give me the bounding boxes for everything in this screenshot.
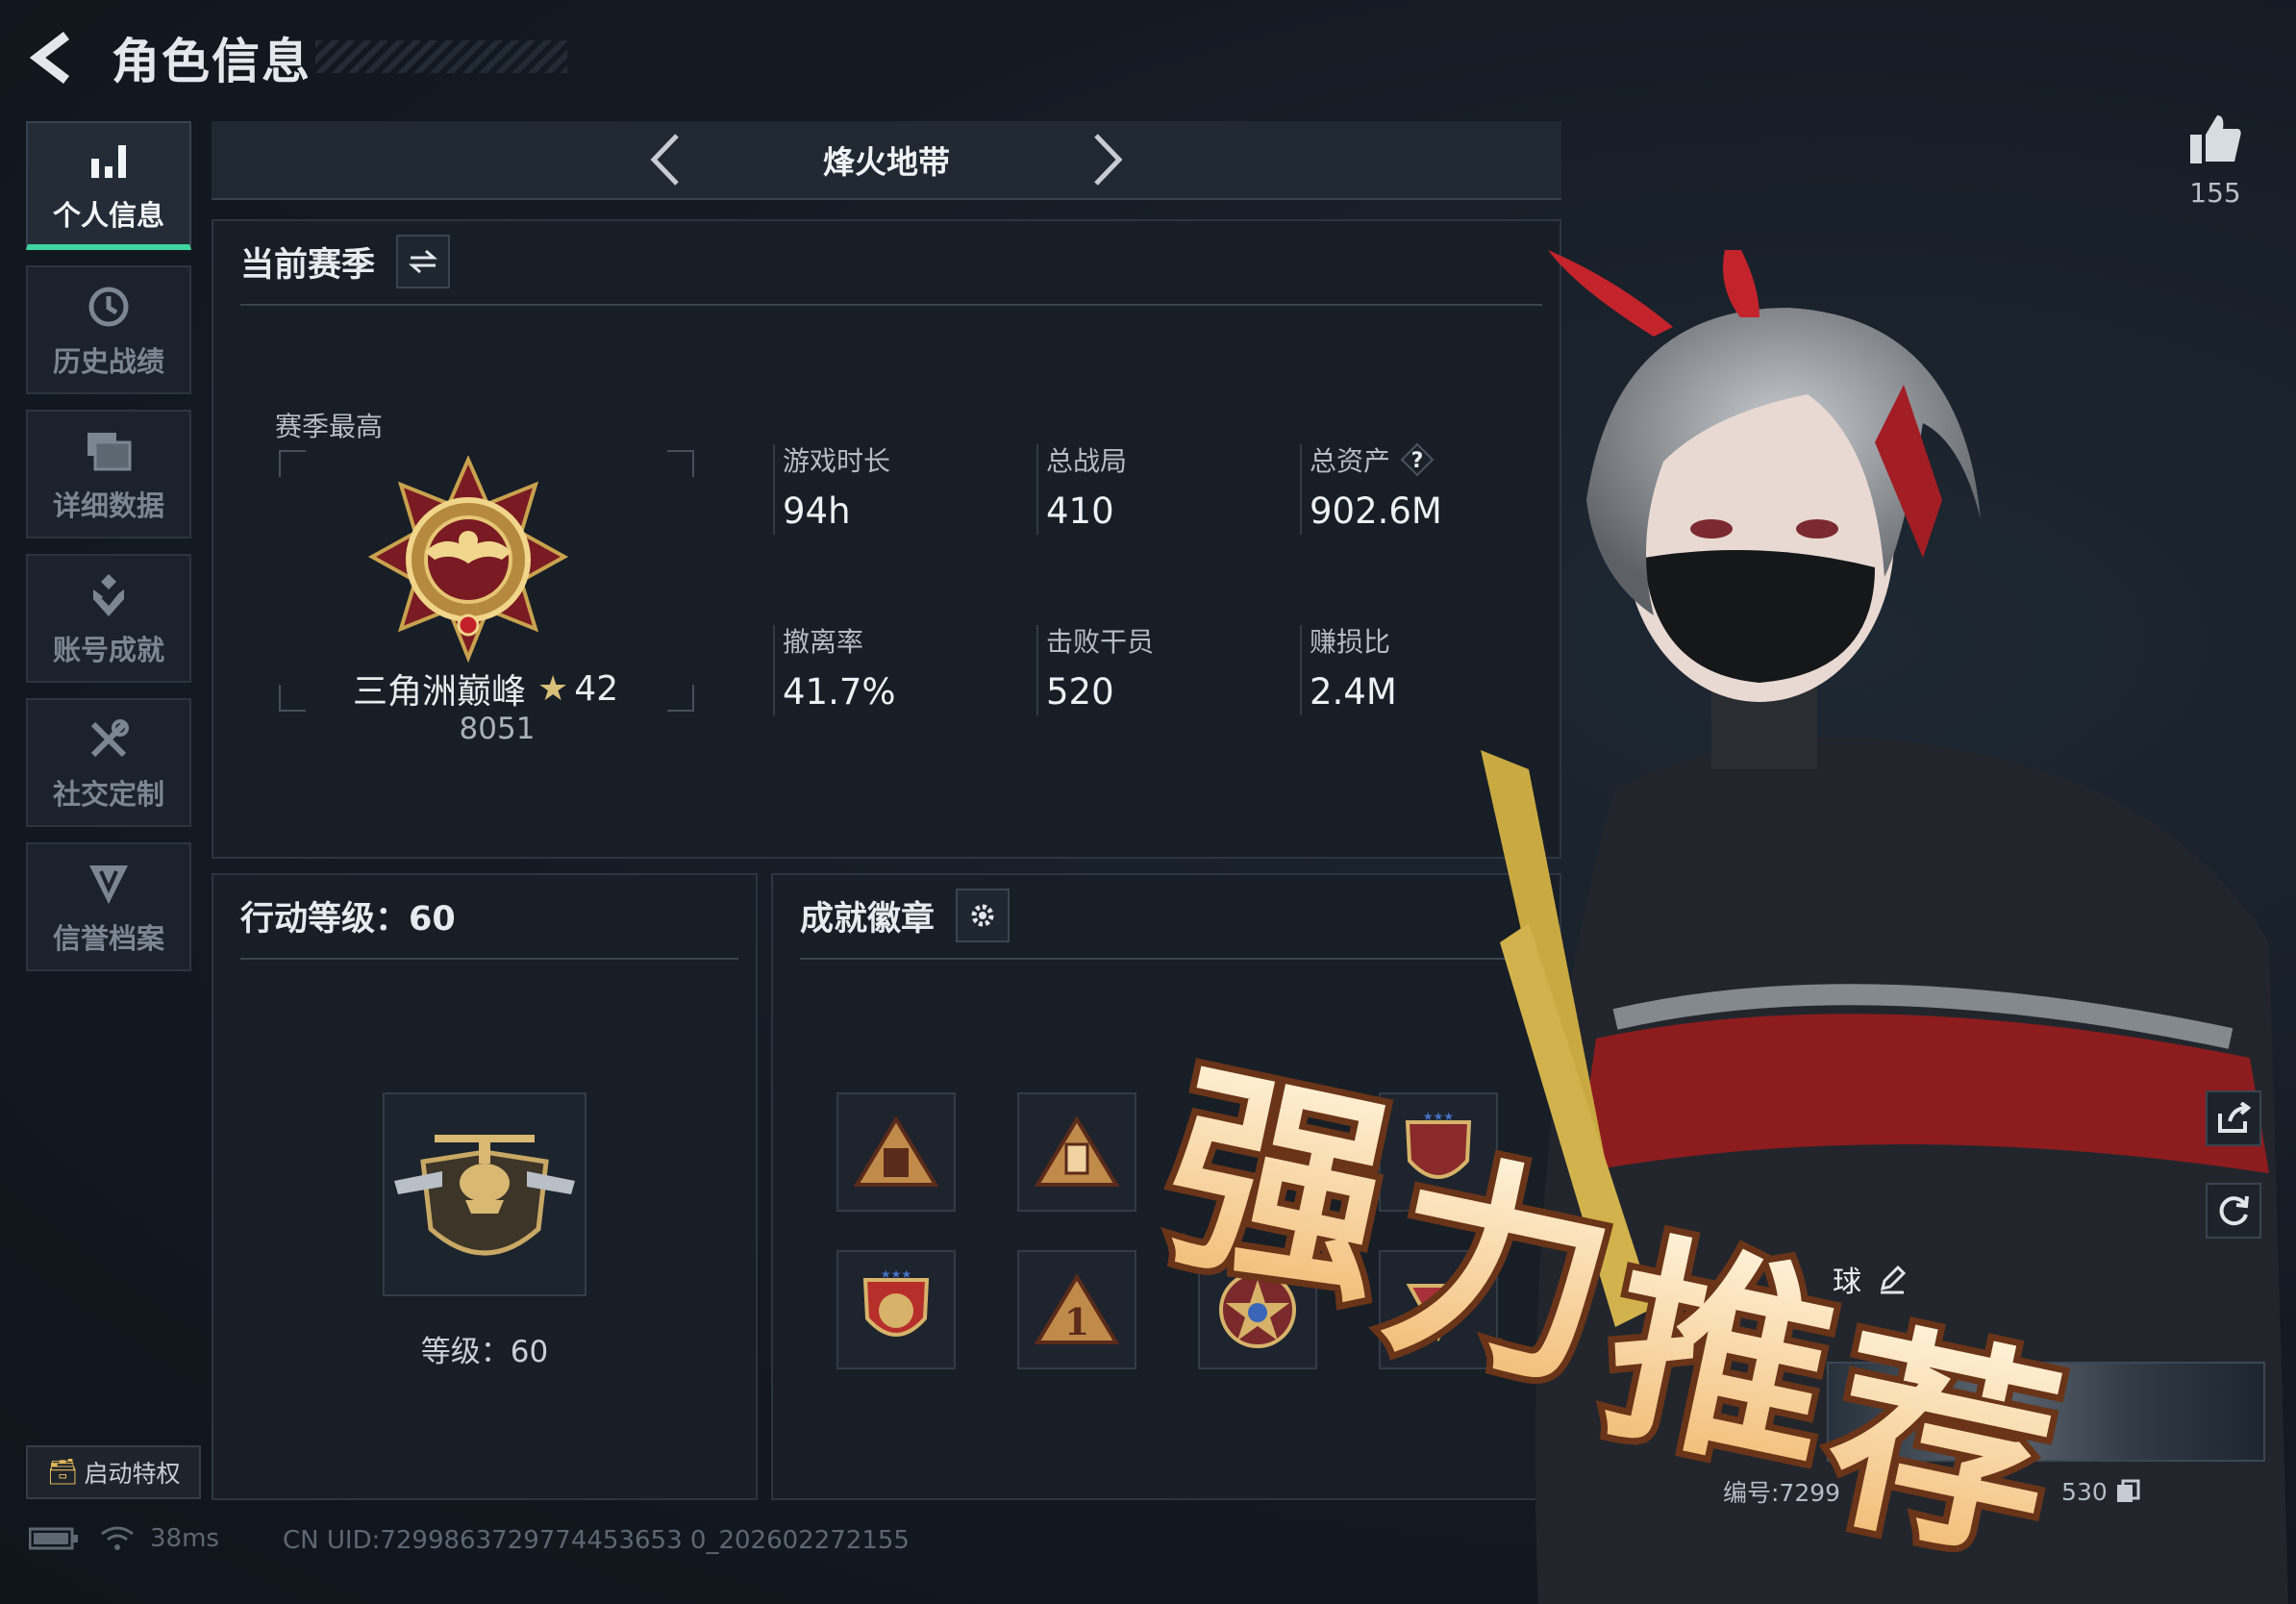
mode-switcher: 烽火地带 bbox=[212, 121, 1561, 200]
stat-kills: 击败干员 520 bbox=[1036, 621, 1267, 715]
sidebar-item-profile[interactable]: 个人信息 bbox=[26, 121, 191, 250]
copy-icon[interactable] bbox=[2115, 1479, 2140, 1504]
season-panel: 当前赛季 赛季最高 三角洲巅峰 ★ 42 8051 游戏时长 94h 总战局 4… bbox=[212, 219, 1561, 859]
action-level-panel: 行动等级：60 等级：60 bbox=[212, 873, 758, 1500]
achievement-badge[interactable] bbox=[1198, 1250, 1317, 1369]
stat-value: 94h bbox=[783, 490, 851, 532]
tools-icon bbox=[82, 713, 136, 766]
season-switch-button[interactable] bbox=[396, 235, 451, 288]
back-arrow-icon[interactable] bbox=[27, 29, 77, 87]
sidebar-item-history[interactable]: 历史战绩 bbox=[26, 265, 191, 394]
achievement-badge[interactable] bbox=[1017, 1092, 1136, 1212]
sidebar-item-label: 详细数据 bbox=[52, 489, 164, 522]
card-id-row: 编号:7299 530 bbox=[1723, 1474, 2140, 1509]
share-button[interactable] bbox=[2206, 1090, 2261, 1146]
stat-value: 41.7% bbox=[783, 671, 896, 713]
card-id-prefix: 编号:7299 bbox=[1723, 1479, 1841, 1507]
stat-label: 击败干员 bbox=[1046, 626, 1155, 658]
sidebar-item-details[interactable]: 详细数据 bbox=[26, 410, 191, 539]
rank-stars: 42 bbox=[574, 668, 619, 709]
triangle-soldiers-icon bbox=[853, 1115, 939, 1187]
achievement-badge[interactable] bbox=[836, 1092, 956, 1212]
thumbs-up-icon bbox=[2190, 115, 2241, 163]
sidebar-item-label: 信誉档案 bbox=[52, 922, 164, 955]
status-bar: 38ms bbox=[29, 1524, 219, 1553]
player-name-row: 球 bbox=[1573, 1258, 1908, 1300]
triangle-one-icon: 1 bbox=[1034, 1273, 1120, 1344]
stat-play-time: 游戏时长 94h bbox=[773, 440, 1004, 535]
chevron-left-icon bbox=[650, 134, 679, 186]
sidebar-item-credit[interactable]: 信誉档案 bbox=[26, 842, 191, 971]
achievement-title: 成就徽章 bbox=[800, 899, 936, 939]
edit-icon[interactable] bbox=[1877, 1264, 1908, 1294]
level-title: 行动等级：60 bbox=[240, 899, 456, 939]
rank-name-row: 三角洲巅峰 ★ 42 bbox=[353, 664, 618, 714]
stat-value: 410 bbox=[1046, 490, 1114, 532]
shield-icon bbox=[82, 857, 136, 911]
season-title: 当前赛季 bbox=[240, 245, 376, 285]
achievement-icon bbox=[82, 568, 136, 622]
svg-text:1: 1 bbox=[1064, 1300, 1089, 1343]
mode-name: 烽火地带 bbox=[823, 143, 950, 181]
stat-label: 游戏时长 bbox=[783, 445, 891, 477]
privilege-button[interactable]: 🗃 启动特权 bbox=[26, 1445, 201, 1499]
sidebar-item-label: 账号成就 bbox=[52, 634, 164, 666]
rank-score: 8051 bbox=[459, 712, 536, 746]
achievement-badge[interactable]: ★★★ bbox=[836, 1250, 956, 1369]
divider bbox=[240, 304, 1542, 306]
star-emblem-icon bbox=[1219, 1271, 1296, 1348]
triangle-building-icon bbox=[1034, 1115, 1120, 1187]
achievement-settings-button[interactable] bbox=[956, 889, 1011, 942]
rank-medal-icon bbox=[367, 454, 569, 667]
wifi-icon bbox=[101, 1526, 134, 1550]
card-id-suffix: 530 bbox=[2061, 1477, 2108, 1506]
chevron-right-icon bbox=[1094, 134, 1123, 186]
refresh-button[interactable] bbox=[2206, 1183, 2261, 1239]
refresh-icon bbox=[2219, 1195, 2249, 1226]
player-name: 球 bbox=[1833, 1266, 1861, 1299]
sidebar-item-label: 历史战绩 bbox=[52, 345, 164, 378]
svg-text:★★★: ★★★ bbox=[881, 1267, 911, 1281]
gear-icon bbox=[971, 904, 994, 927]
divider bbox=[240, 958, 738, 960]
like-count: 155 bbox=[2189, 177, 2241, 209]
stat-extract-rate: 撤离率 41.7% bbox=[773, 621, 1004, 715]
bar-chart-icon bbox=[82, 134, 136, 188]
share-icon bbox=[2218, 1102, 2251, 1133]
sidebar-item-label: 个人信息 bbox=[52, 199, 164, 232]
level-badge-icon bbox=[383, 1092, 586, 1296]
ping-value: 38ms bbox=[150, 1524, 219, 1553]
like-area[interactable]: 155 bbox=[2177, 112, 2254, 209]
privilege-label: 启动特权 bbox=[84, 1460, 181, 1488]
sidebar: 个人信息 历史战绩 详细数据 账号成就 社交定制 信誉档案 bbox=[26, 121, 191, 987]
stat-label: 撤离率 bbox=[783, 626, 864, 658]
achievement-badge[interactable]: 1 bbox=[1017, 1250, 1136, 1369]
swap-icon bbox=[409, 249, 438, 274]
season-best-label: 赛季最高 bbox=[275, 411, 384, 442]
uid-text: CN UID:7299863729774453653 0_20260227215… bbox=[283, 1526, 910, 1555]
header: 角色信息 bbox=[27, 19, 567, 96]
prev-mode-button[interactable] bbox=[640, 126, 688, 193]
rank-name: 三角洲巅峰 bbox=[353, 672, 527, 712]
page-title: 角色信息 bbox=[112, 34, 312, 89]
name-card-banner[interactable] bbox=[1827, 1362, 2265, 1462]
next-mode-button[interactable] bbox=[1085, 126, 1133, 193]
history-icon bbox=[82, 280, 136, 334]
level-value: 等级：60 bbox=[420, 1335, 549, 1369]
svg-text:?: ? bbox=[1411, 449, 1424, 473]
stat-label: 总资产 bbox=[1310, 445, 1391, 477]
title-decoration bbox=[315, 40, 567, 73]
sidebar-item-label: 社交定制 bbox=[52, 778, 164, 811]
privilege-icon: 🗃 bbox=[46, 1458, 79, 1487]
stat-label: 总战局 bbox=[1046, 445, 1128, 477]
stat-value: 520 bbox=[1046, 671, 1114, 713]
sidebar-item-achievements[interactable]: 账号成就 bbox=[26, 554, 191, 683]
shield-stars-icon: ★★★ bbox=[862, 1267, 930, 1337]
battery-icon bbox=[29, 1527, 78, 1550]
star-icon: ★ bbox=[537, 668, 569, 709]
sidebar-item-social[interactable]: 社交定制 bbox=[26, 698, 191, 827]
folder-icon bbox=[82, 424, 136, 478]
stat-total-matches: 总战局 410 bbox=[1036, 440, 1267, 535]
